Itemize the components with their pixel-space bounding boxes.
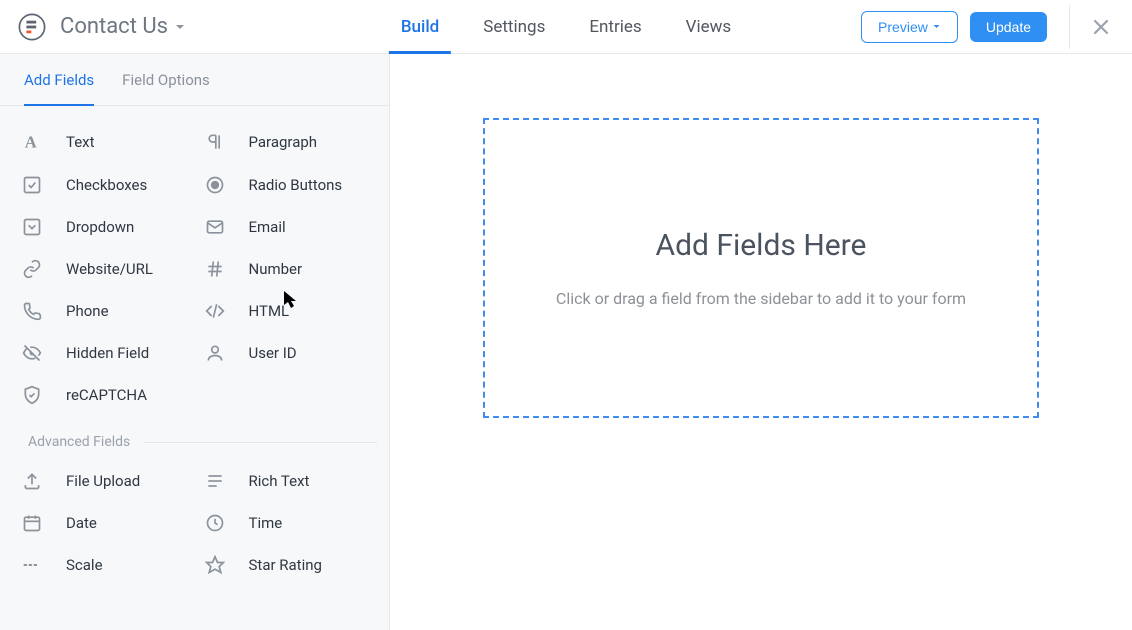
dropzone-subtitle: Click or drag a field from the sidebar t… bbox=[556, 289, 966, 308]
hidden-icon bbox=[22, 343, 48, 363]
field-radio-buttons[interactable]: Radio Buttons bbox=[195, 164, 378, 206]
field-star-rating[interactable]: Star Rating bbox=[195, 544, 378, 586]
sidebar-tab-add-fields[interactable]: Add Fields bbox=[24, 54, 94, 105]
scale-icon bbox=[22, 555, 48, 575]
sidebar-tabs: Add Fields Field Options bbox=[0, 54, 389, 106]
field-email[interactable]: Email bbox=[195, 206, 378, 248]
advanced-fields-grid: File Upload Rich Text Date Time bbox=[0, 454, 389, 586]
checkbox-icon bbox=[22, 175, 48, 195]
close-button[interactable] bbox=[1088, 14, 1114, 40]
upload-icon bbox=[22, 471, 48, 491]
advanced-fields-heading: Advanced Fields bbox=[0, 416, 389, 454]
field-number[interactable]: Number bbox=[195, 248, 378, 290]
form-title-label: Contact Us bbox=[60, 14, 168, 39]
field-paragraph[interactable]: Paragraph bbox=[195, 120, 378, 164]
chevron-down-icon bbox=[174, 21, 186, 33]
sidebar-tab-field-options[interactable]: Field Options bbox=[122, 54, 210, 105]
field-html[interactable]: HTML bbox=[195, 290, 378, 332]
chevron-down-icon bbox=[932, 22, 941, 31]
field-website-url[interactable]: Website/URL bbox=[12, 248, 195, 290]
field-scale[interactable]: Scale bbox=[12, 544, 195, 586]
date-icon bbox=[22, 513, 48, 533]
field-phone[interactable]: Phone bbox=[12, 290, 195, 332]
field-hidden[interactable]: Hidden Field bbox=[12, 332, 195, 374]
hash-icon bbox=[205, 259, 231, 279]
paragraph-icon bbox=[205, 132, 231, 152]
basic-fields-grid: A Text Paragraph Checkboxes Ra bbox=[0, 106, 389, 416]
phone-icon bbox=[22, 301, 48, 321]
field-rich-text[interactable]: Rich Text bbox=[195, 460, 378, 502]
star-icon bbox=[205, 555, 231, 575]
nav-tab-build[interactable]: Build bbox=[379, 0, 461, 53]
field-file-upload[interactable]: File Upload bbox=[12, 460, 195, 502]
nav-tab-views[interactable]: Views bbox=[664, 0, 754, 53]
nav-tab-entries[interactable]: Entries bbox=[567, 0, 663, 53]
email-icon bbox=[205, 217, 231, 237]
field-time[interactable]: Time bbox=[195, 502, 378, 544]
top-nav: Build Settings Entries Views bbox=[379, 0, 753, 53]
form-title-dropdown[interactable]: Contact Us bbox=[60, 14, 186, 39]
update-button[interactable]: Update bbox=[970, 12, 1047, 42]
builder-canvas: Add Fields Here Click or drag a field fr… bbox=[390, 54, 1132, 630]
preview-button[interactable]: Preview bbox=[861, 11, 958, 43]
field-checkboxes[interactable]: Checkboxes bbox=[12, 164, 195, 206]
dropdown-icon bbox=[22, 217, 48, 237]
app-logo bbox=[18, 13, 46, 41]
fields-sidebar: Add Fields Field Options A Text Paragrap… bbox=[0, 54, 390, 630]
radio-icon bbox=[205, 175, 231, 195]
user-icon bbox=[205, 343, 231, 363]
svg-text:A: A bbox=[25, 133, 37, 152]
code-icon bbox=[205, 301, 231, 321]
field-date[interactable]: Date bbox=[12, 502, 195, 544]
link-icon bbox=[22, 259, 48, 279]
dropzone[interactable]: Add Fields Here Click or drag a field fr… bbox=[483, 118, 1039, 418]
dropzone-title: Add Fields Here bbox=[656, 228, 867, 263]
richtext-icon bbox=[205, 471, 231, 491]
field-recaptcha[interactable]: reCAPTCHA bbox=[12, 374, 195, 416]
header-divider bbox=[1069, 5, 1070, 49]
field-dropdown[interactable]: Dropdown bbox=[12, 206, 195, 248]
time-icon bbox=[205, 513, 231, 533]
app-header: Contact Us Build Settings Entries Views … bbox=[0, 0, 1132, 54]
nav-tab-settings[interactable]: Settings bbox=[461, 0, 567, 53]
shield-icon bbox=[22, 385, 48, 405]
field-user-id[interactable]: User ID bbox=[195, 332, 378, 374]
text-icon: A bbox=[22, 131, 48, 153]
field-text[interactable]: A Text bbox=[12, 120, 195, 164]
